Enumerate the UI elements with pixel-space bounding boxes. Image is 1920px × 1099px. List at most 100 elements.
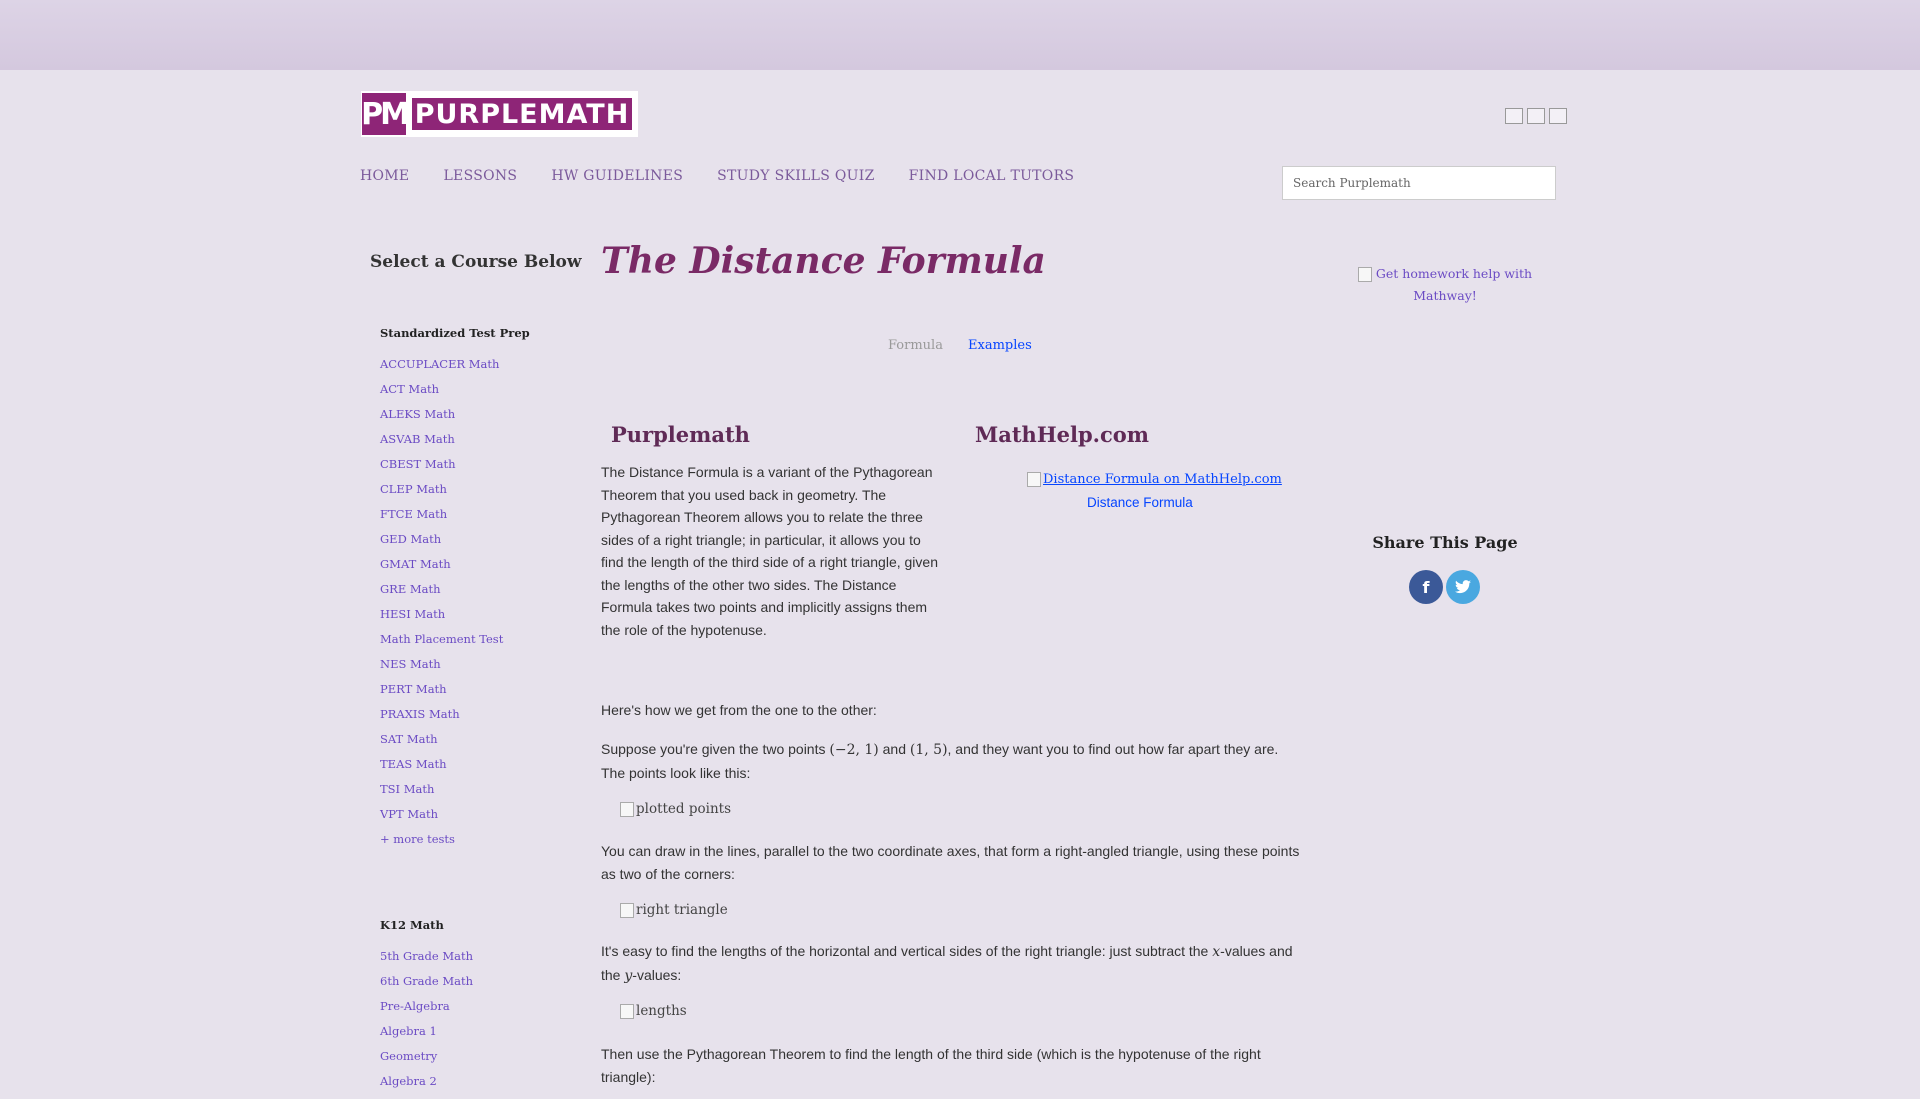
right-triangle-image: right triangle xyxy=(620,902,728,918)
text-span: -values: xyxy=(632,966,682,983)
course-link[interactable]: 6th Grade Math xyxy=(380,974,473,988)
logo-wordmark: PURPLEMATH xyxy=(412,98,632,130)
share-title: Share This Page xyxy=(1372,533,1518,552)
text-span: Suppose you're given the two points xyxy=(601,741,830,757)
mathhelp-image-link[interactable]: Distance Formula on MathHelp.com xyxy=(1027,472,1282,487)
search-box xyxy=(1282,166,1556,200)
mathhelp-image-alt: Distance Formula on MathHelp.com xyxy=(1043,472,1282,487)
variable-x: x xyxy=(1212,944,1221,960)
flag-icon[interactable] xyxy=(1527,108,1545,124)
list-item: + more tests xyxy=(380,832,503,857)
nav-study-skills-quiz[interactable]: STUDY SKILLS QUIZ xyxy=(717,168,875,184)
k12-list: 5th Grade Math 6th Grade Math Pre-Algebr… xyxy=(380,949,473,1099)
course-link[interactable]: FTCE Math xyxy=(380,507,447,521)
purplemath-heading: Purplemath xyxy=(611,422,750,447)
nav-home[interactable]: HOME xyxy=(360,168,409,184)
course-link[interactable]: GRE Math xyxy=(380,582,441,596)
broken-image-icon xyxy=(620,1003,634,1019)
list-item: 6th Grade Math xyxy=(380,974,473,999)
twitter-bird-glyph xyxy=(1455,580,1471,594)
course-link[interactable]: Algebra 1 xyxy=(380,1024,437,1038)
list-item: ALEKS Math xyxy=(380,407,503,432)
test-prep-list: ACCUPLACER Math ACT Math ALEKS Math ASVA… xyxy=(380,357,503,857)
page-title: The Distance Formula xyxy=(601,240,1046,282)
list-item: Algebra 2 xyxy=(380,1074,473,1099)
list-item: SAT Math xyxy=(380,732,503,757)
course-link[interactable]: ASVAB Math xyxy=(380,432,455,446)
course-link[interactable]: Pre-Algebra xyxy=(380,999,450,1013)
main-nav: HOME LESSONS HW GUIDELINES STUDY SKILLS … xyxy=(360,168,1108,184)
list-item: PRAXIS Math xyxy=(380,707,503,732)
course-link[interactable]: HESI Math xyxy=(380,607,445,621)
course-link[interactable]: PRAXIS Math xyxy=(380,707,460,721)
point-b: (1, 5) xyxy=(909,742,948,758)
intro-paragraph: The Distance Formula is a variant of the… xyxy=(601,464,938,638)
course-link[interactable]: PERT Math xyxy=(380,682,447,696)
nav-find-local-tutors[interactable]: FIND LOCAL TUTORS xyxy=(909,168,1075,184)
plotted-points-image: plotted points xyxy=(620,801,731,817)
course-link[interactable]: ACCUPLACER Math xyxy=(380,357,499,371)
course-link[interactable]: Math Placement Test xyxy=(380,632,503,646)
mathway-ad-text: Get homework help with Mathway! xyxy=(1375,266,1533,303)
nav-hw-guidelines[interactable]: HW GUIDELINES xyxy=(551,168,683,184)
course-link[interactable]: ALEKS Math xyxy=(380,407,455,421)
course-link[interactable]: TSI Math xyxy=(380,782,434,796)
list-item: Math Placement Test xyxy=(380,632,503,657)
text-span: and xyxy=(878,741,910,757)
course-link[interactable]: 5th Grade Math xyxy=(380,949,473,963)
group-title-k12: K12 Math xyxy=(380,918,444,932)
course-link[interactable]: GMAT Math xyxy=(380,557,451,571)
list-item: TEAS Math xyxy=(380,757,503,782)
course-link[interactable]: CLEP Math xyxy=(380,482,447,496)
image-alt-text: plotted points xyxy=(636,801,731,817)
mathhelp-distance-formula-link[interactable]: Distance Formula xyxy=(1087,495,1193,510)
group-title-test-prep: Standardized Test Prep xyxy=(380,326,530,340)
course-link[interactable]: CBEST Math xyxy=(380,457,456,471)
text-span: It's easy to find the lengths of the hor… xyxy=(601,943,1213,959)
list-item: ASVAB Math xyxy=(380,432,503,457)
more-tests-link[interactable]: + more tests xyxy=(380,832,455,846)
list-item: CLEP Math xyxy=(380,482,503,507)
image-alt-text: right triangle xyxy=(636,902,728,918)
nav-lessons[interactable]: LESSONS xyxy=(443,168,517,184)
lengths-image: lengths xyxy=(620,1003,687,1019)
list-item: Pre-Algebra xyxy=(380,999,473,1024)
course-link[interactable]: TEAS Math xyxy=(380,757,447,771)
mathhelp-heading: MathHelp.com xyxy=(975,422,1150,447)
lengths-paragraph: It's easy to find the lengths of the hor… xyxy=(601,940,1306,987)
language-flags xyxy=(1505,108,1567,124)
list-item: ACT Math xyxy=(380,382,503,407)
course-link[interactable]: GED Math xyxy=(380,532,441,546)
sidebar-title: Select a Course Below xyxy=(370,252,582,272)
point-a: (−2, 1) xyxy=(829,742,879,758)
top-banner xyxy=(0,0,1920,70)
course-link[interactable]: NES Math xyxy=(380,657,441,671)
list-item: HESI Math xyxy=(380,607,503,632)
list-item: ACCUPLACER Math xyxy=(380,357,503,382)
logo-mark: PM xyxy=(361,93,410,135)
list-item: GED Math xyxy=(380,532,503,557)
broken-image-icon xyxy=(1357,267,1372,282)
facebook-icon[interactable]: f xyxy=(1409,570,1443,604)
course-link[interactable]: ACT Math xyxy=(380,382,439,396)
mathway-ad-link[interactable]: Get homework help with Mathway! xyxy=(1355,263,1535,307)
broken-image-icon xyxy=(620,801,634,817)
flag-icon[interactable] xyxy=(1505,108,1523,124)
course-link[interactable]: SAT Math xyxy=(380,732,438,746)
list-item: GRE Math xyxy=(380,582,503,607)
course-link[interactable]: Geometry xyxy=(380,1049,437,1063)
purplemath-logo[interactable]: PM PURPLEMATH xyxy=(361,91,638,137)
twitter-icon[interactable] xyxy=(1446,570,1480,604)
draw-paragraph: You can draw in the lines, parallel to t… xyxy=(601,843,1300,882)
tab-formula[interactable]: Formula xyxy=(888,338,943,353)
list-item: NES Math xyxy=(380,657,503,682)
course-link[interactable]: Algebra 2 xyxy=(380,1074,437,1088)
list-item: Algebra 1 xyxy=(380,1024,473,1049)
course-link[interactable]: VPT Math xyxy=(380,807,438,821)
search-input[interactable] xyxy=(1283,167,1555,199)
tab-examples[interactable]: Examples xyxy=(968,338,1032,353)
list-item: PERT Math xyxy=(380,682,503,707)
list-item: CBEST Math xyxy=(380,457,503,482)
flag-icon[interactable] xyxy=(1549,108,1567,124)
image-alt-text: lengths xyxy=(636,1003,687,1019)
